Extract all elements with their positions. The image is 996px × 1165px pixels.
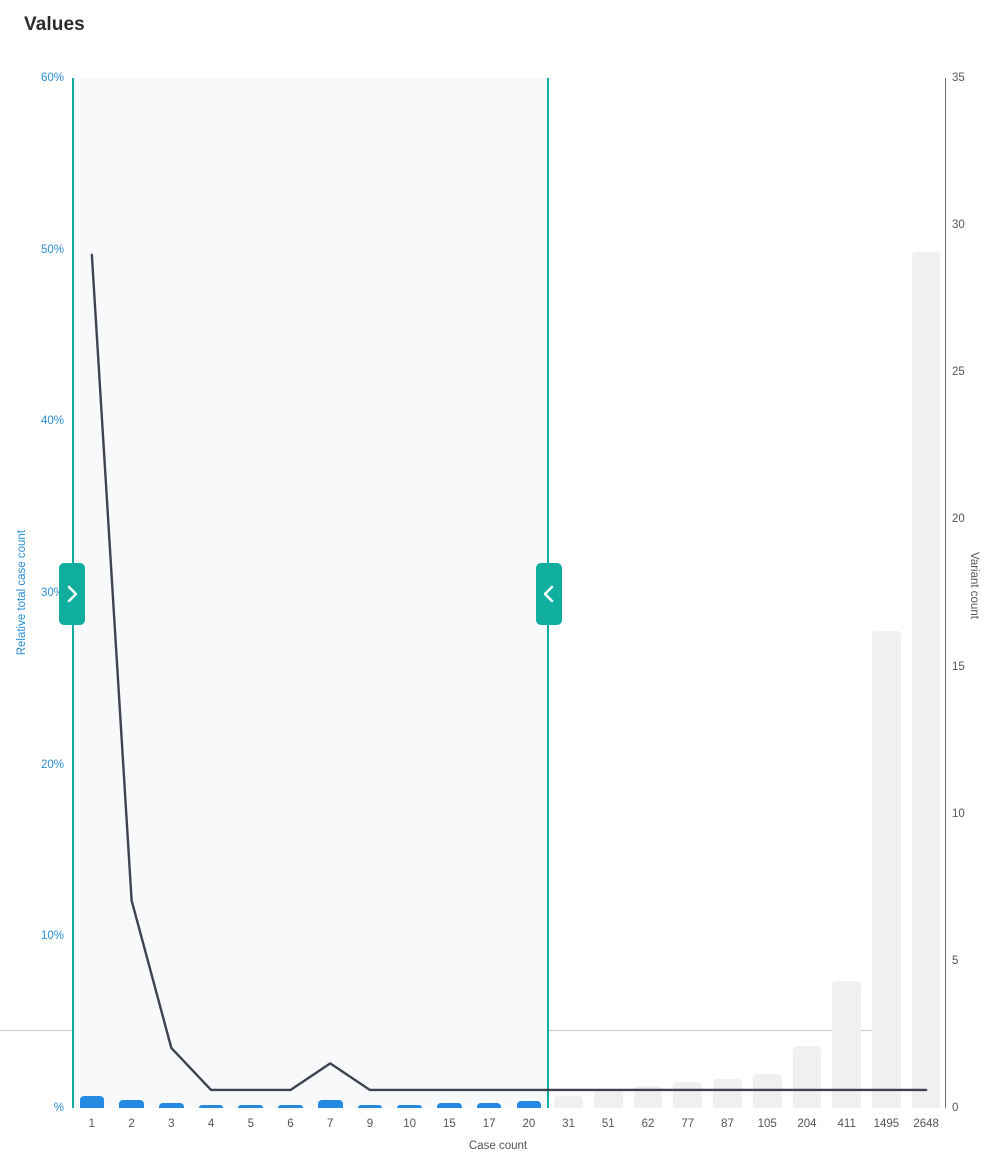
y-axis-right-tick: 25 — [952, 366, 965, 379]
table-row[interactable] — [752, 1074, 782, 1108]
x-axis-tick: 17 — [482, 1118, 496, 1130]
table-row[interactable] — [119, 1100, 144, 1108]
table-row[interactable] — [238, 1105, 264, 1108]
x-axis-tick: 1 — [88, 1118, 96, 1130]
x-axis-ticks: 1 2 3 4 5 6 7 9 10 15 17 20 31 51 62 77 87 105 204 411 1495 2… — [72, 1118, 946, 1136]
table-row[interactable] — [357, 1105, 383, 1108]
y-axis-right-tick: 35 — [952, 72, 965, 84]
table-row[interactable] — [633, 1085, 663, 1108]
y-axis-right-line — [945, 78, 946, 1108]
table-row[interactable] — [792, 1046, 822, 1108]
brush-selection-band[interactable] — [72, 78, 549, 1108]
x-axis-tick: 204 — [797, 1118, 817, 1130]
y-axis-right-tick: 10 — [952, 807, 965, 820]
x-axis-tick: 5 — [247, 1118, 254, 1130]
y-axis-left-tick: 20% — [40, 758, 64, 771]
y-axis-right-tick: 15 — [952, 660, 965, 673]
table-row[interactable] — [397, 1105, 422, 1108]
x-axis-tick: 31 — [562, 1118, 575, 1130]
y-axis-left-tick: 60% — [40, 72, 64, 84]
brush-handle-left[interactable] — [59, 563, 85, 625]
x-axis-tick: 20 — [522, 1118, 536, 1130]
x-axis-tick: 51 — [601, 1118, 615, 1130]
table-row[interactable] — [437, 1103, 462, 1108]
x-axis-tick: 15 — [443, 1118, 456, 1130]
x-axis-tick: 6 — [287, 1118, 294, 1130]
x-axis-title: Case count — [468, 1140, 528, 1152]
x-axis-tick: 10 — [403, 1118, 417, 1130]
table-row[interactable] — [79, 1095, 105, 1108]
page-title: Values — [24, 14, 85, 35]
y-axis-left-tick: 50% — [40, 243, 64, 256]
brush-handle-right[interactable] — [535, 563, 562, 625]
x-axis-tick: 9 — [366, 1118, 374, 1130]
table-row[interactable] — [317, 1099, 343, 1108]
table-row[interactable] — [476, 1102, 502, 1108]
table-row[interactable] — [159, 1103, 184, 1108]
plot-area — [72, 78, 946, 1108]
chevron-right-icon — [67, 585, 77, 603]
table-row[interactable] — [872, 631, 901, 1108]
x-axis-tick: 411 — [837, 1118, 856, 1130]
y-axis-left-tick: 10% — [40, 930, 64, 943]
table-row[interactable] — [594, 1090, 623, 1108]
x-axis-tick: 105 — [757, 1118, 777, 1130]
y-axis-right-tick: 30 — [952, 219, 965, 232]
table-row[interactable] — [673, 1081, 703, 1108]
y-axis-right-tick: 5 — [952, 954, 959, 967]
x-axis-tick: 4 — [207, 1118, 215, 1130]
table-row[interactable] — [278, 1105, 303, 1108]
x-axis-tick: 2648 — [913, 1118, 939, 1130]
table-row[interactable] — [713, 1078, 742, 1108]
x-axis-tick: 3 — [168, 1118, 175, 1130]
y-axis-left-tick: 40% — [40, 415, 64, 428]
table-row[interactable] — [198, 1105, 224, 1108]
chevron-left-icon — [543, 585, 554, 603]
table-row[interactable] — [554, 1096, 583, 1108]
x-axis-tick: 7 — [327, 1118, 334, 1130]
x-axis-tick: 87 — [721, 1118, 734, 1130]
table-row[interactable] — [516, 1101, 542, 1108]
x-axis-tick: 2 — [128, 1118, 135, 1130]
y-axis-right-tick: 20 — [952, 513, 965, 526]
x-axis-tick: 62 — [641, 1118, 655, 1130]
y-axis-left-ticks: 60% 50% 40% 30% 20% 10%% — [22, 72, 64, 1114]
x-axis-tick: 1495 — [873, 1118, 900, 1130]
values-chart-panel: Values Relative total case count Variant… — [0, 0, 996, 1165]
y-axis-right-tick: 0 — [952, 1102, 959, 1114]
y-axis-left-tick: % — [53, 1102, 64, 1114]
y-axis-right-ticks: 35 30 25 20 15 10 5 0 — [952, 72, 996, 1114]
table-row[interactable] — [832, 981, 861, 1108]
table-row[interactable] — [911, 251, 941, 1108]
x-axis-tick: 77 — [681, 1118, 695, 1130]
